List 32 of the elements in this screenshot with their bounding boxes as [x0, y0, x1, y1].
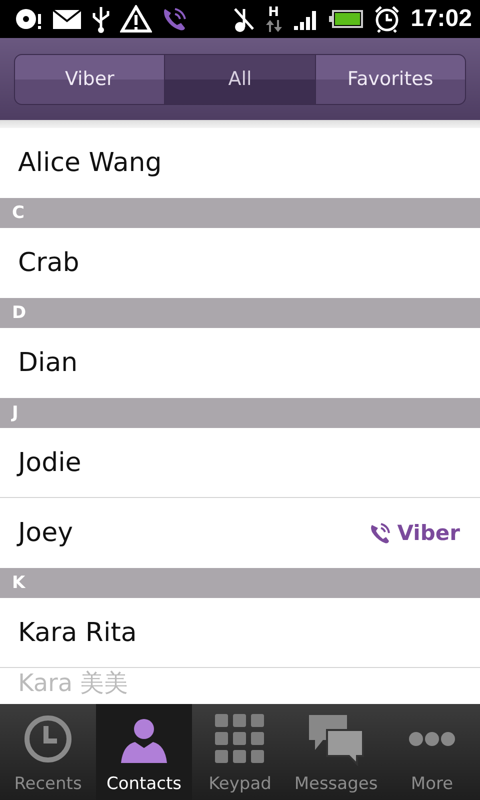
chat-bubbles-icon	[307, 712, 365, 766]
mail-icon	[52, 8, 82, 30]
alarm-clock-icon	[372, 5, 401, 33]
contact-name[interactable]: Alice Wang	[18, 148, 162, 178]
warning-icon	[120, 5, 152, 33]
section-header: D	[0, 298, 480, 328]
clock-icon	[23, 714, 73, 764]
nav-tab[interactable]: More	[384, 704, 480, 800]
tab[interactable]: Favorites	[316, 54, 465, 104]
viber-label: Viber	[397, 521, 460, 545]
usb-icon	[90, 5, 112, 33]
contact-name[interactable]: Crab	[18, 248, 80, 278]
nav-tab[interactable]: Recents	[0, 704, 96, 800]
clock-time: 17:02	[410, 5, 472, 33]
section-header: C	[0, 198, 480, 228]
data-arrows-icon	[264, 20, 283, 32]
phone-icon	[369, 522, 392, 544]
keypad-icon	[214, 713, 266, 765]
nav-tab[interactable]: Messages	[288, 704, 384, 800]
contact-name[interactable]: Joey	[18, 518, 73, 548]
nav-tab[interactable]: Contacts	[96, 704, 192, 800]
contact-name[interactable]: Dian	[18, 348, 78, 378]
dots-icon	[408, 731, 456, 747]
disc-alert-icon	[14, 6, 44, 32]
contact-name[interactable]: Jodie	[18, 448, 82, 478]
nav-tab[interactable]: Keypad	[192, 704, 288, 800]
network-type-label: H	[268, 6, 280, 20]
tab[interactable]: All	[165, 54, 316, 104]
contact-name[interactable]: Kara Rita	[18, 618, 137, 648]
section-header: J	[0, 398, 480, 428]
battery-icon	[328, 9, 363, 29]
section-header: K	[0, 568, 480, 598]
